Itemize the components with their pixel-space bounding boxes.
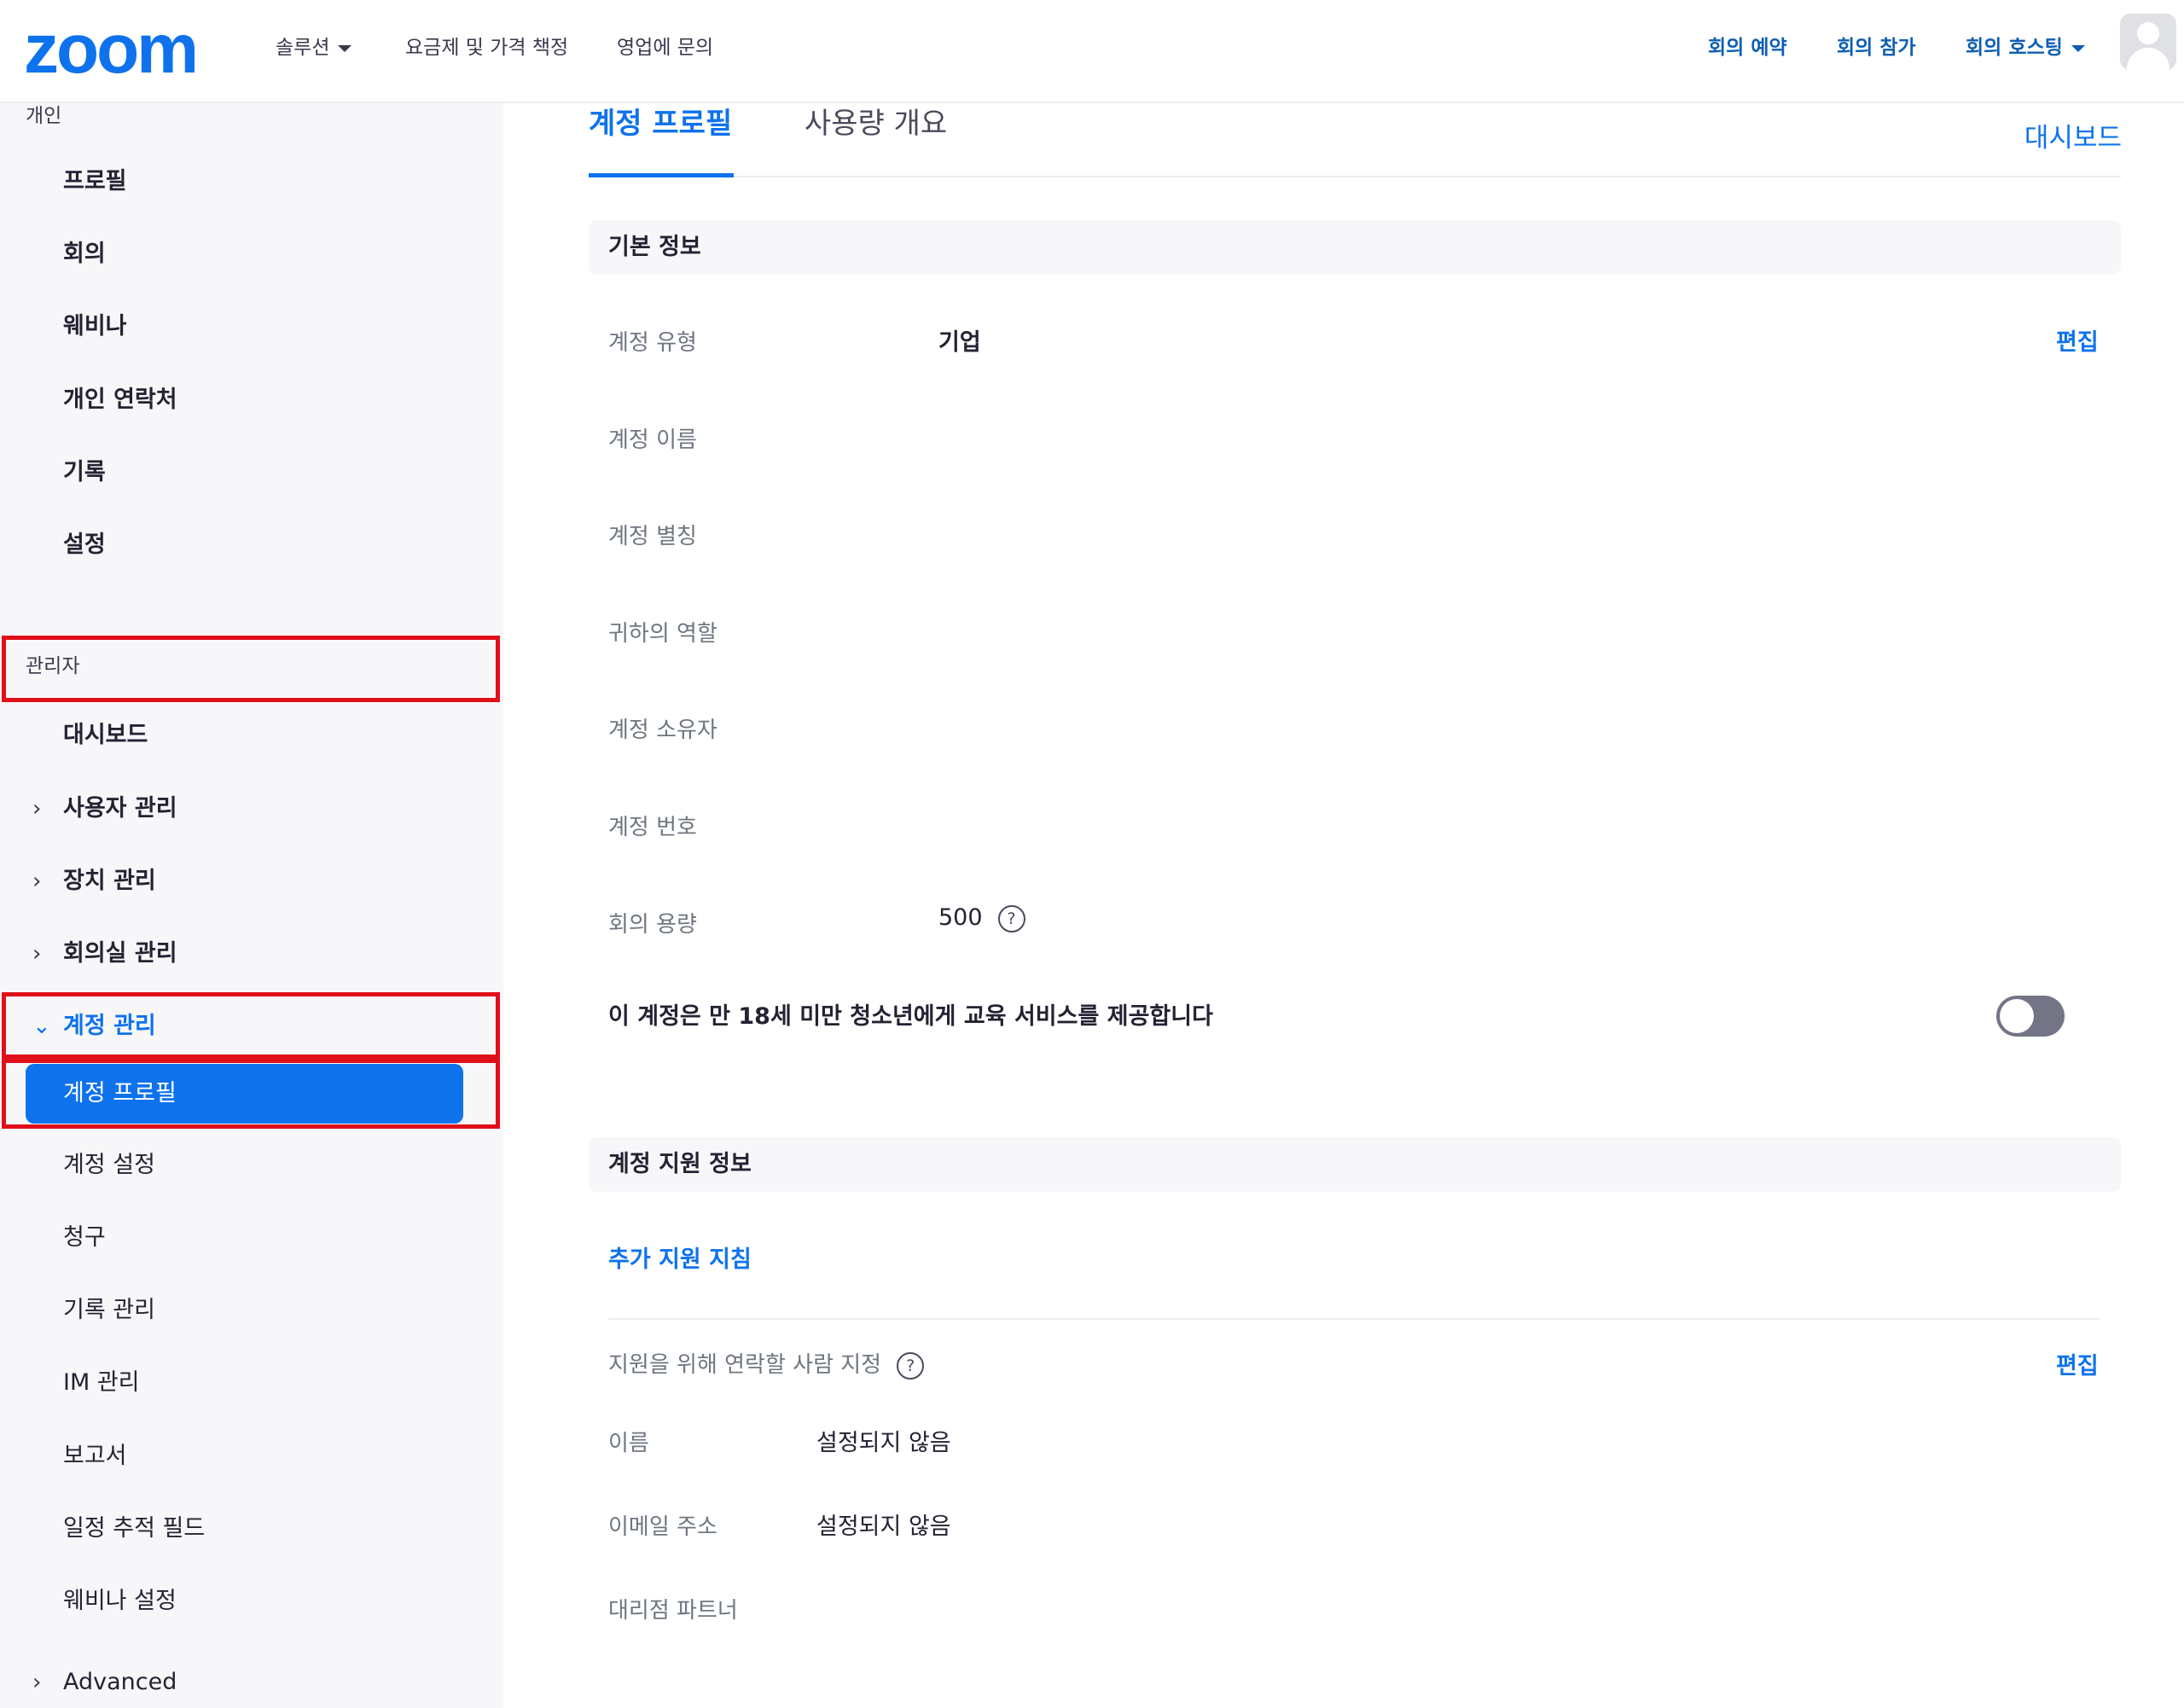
field-value-meeting-capacity: 500? (938, 903, 1025, 933)
edit-account-button[interactable]: 편집 (2056, 328, 2099, 358)
field-label-account-number: 계정 번호 (608, 815, 697, 840)
field-label-reseller-partner: 대리점 파트너 (608, 1598, 738, 1624)
highlight-box-account-profile (2, 1059, 500, 1129)
sidebar-item-label: 설정 (63, 532, 106, 558)
sidebar-item-im-management[interactable]: IM 관리 (0, 1357, 503, 1409)
additional-support-link[interactable]: 추가 지원 지침 (608, 1245, 752, 1275)
sidebar-item-label: 대시보드 (63, 722, 148, 748)
chevron-right-icon: › (32, 796, 42, 822)
sidebar-item-tracking-fields[interactable]: 일정 추적 필드 (0, 1503, 503, 1554)
sidebar-section-personal: 개인 (26, 105, 62, 127)
highlight-box-admin (2, 636, 500, 702)
field-label-meeting-capacity: 회의 용량 (608, 912, 697, 938)
tab-usage-overview[interactable]: 사용량 개요 (804, 104, 947, 143)
sidebar-item-label: 회의 (63, 241, 106, 267)
chevron-right-icon: › (32, 1670, 42, 1695)
join-meeting-link[interactable]: 회의 참가 (1837, 32, 1916, 63)
field-label-account-name: 계정 이름 (608, 427, 697, 453)
sidebar-item-label: 웨비나 (63, 313, 127, 340)
chevron-right-icon: › (32, 941, 42, 967)
caret-down-icon (338, 44, 352, 52)
user-avatar-icon[interactable] (2120, 14, 2176, 70)
nav-solutions[interactable]: 솔루션 (276, 32, 352, 63)
education-service-label: 이 계정은 만 18세 미만 청소년에게 교육 서비스를 제공합니다 (608, 1003, 1213, 1030)
sidebar-item-contacts[interactable]: 개인 연락처 (0, 375, 503, 426)
field-value-account-type: 기업 (938, 329, 981, 356)
meeting-capacity-value: 500 (938, 904, 983, 931)
field-label-account-alias: 계정 별칭 (608, 524, 697, 549)
tab-account-profile[interactable]: 계정 프로필 (589, 104, 732, 143)
sidebar-item-room-management[interactable]: › 회의실 관리 (0, 928, 503, 979)
sidebar-item-dashboard[interactable]: 대시보드 (0, 710, 503, 761)
section-support-info-header: 계정 지원 정보 (589, 1137, 2121, 1192)
top-navigation-bar: zoom 솔루션 요금제 및 가격 책정 영업에 문의 회의 예약 회의 참가 … (0, 0, 2184, 103)
dashboard-link[interactable]: 대시보드 (2024, 116, 2122, 154)
nav-pricing[interactable]: 요금제 및 가격 책정 (405, 32, 568, 63)
sidebar-item-meetings[interactable]: 회의 (0, 229, 503, 280)
sidebar-item-recordings[interactable]: 기록 (0, 447, 503, 498)
sidebar-item-billing[interactable]: 청구 (0, 1212, 503, 1264)
sidebar-item-label: 기록 (63, 459, 106, 485)
sidebar-item-label: 기록 관리 (63, 1297, 155, 1323)
sidebar-item-label: 청구 (63, 1224, 106, 1251)
sidebar-item-label: 사용자 관리 (63, 795, 177, 822)
sidebar-item-label: Advanced (63, 1669, 177, 1695)
help-icon[interactable]: ? (997, 904, 1025, 932)
edit-support-contact-button[interactable]: 편집 (2056, 1351, 2099, 1382)
field-value-contact-email: 설정되지 않음 (816, 1513, 951, 1540)
schedule-meeting-link[interactable]: 회의 예약 (1708, 32, 1787, 63)
sidebar-item-webinar-settings[interactable]: 웨비나 설정 (0, 1576, 503, 1627)
active-tab-indicator (589, 173, 734, 177)
sidebar-item-label: 보고서 (63, 1443, 127, 1469)
sidebar-item-webinars[interactable]: 웨비나 (0, 301, 503, 352)
sidebar-item-profile[interactable]: 프로필 (0, 156, 503, 207)
support-contact-label: 지원을 위해 연락할 사람 지정? (608, 1350, 925, 1380)
sidebar-item-label: 프로필 (63, 168, 127, 195)
field-label-your-role: 귀하의 역할 (608, 621, 717, 647)
field-label-account-owner: 계정 소유자 (608, 717, 717, 743)
sidebar-item-label: 일정 추적 필드 (63, 1515, 206, 1542)
field-label-account-type: 계정 유형 (608, 330, 697, 356)
sidebar-item-label: 웨비나 설정 (63, 1588, 177, 1614)
highlight-box-account-management (2, 992, 500, 1059)
sidebar-item-label: 장치 관리 (63, 868, 156, 894)
sidebar: 개인 프로필 회의 웨비나 개인 연락처 기록 설정 관리자 대시보드 › 사용자… (0, 103, 503, 1708)
field-value-contact-name: 설정되지 않음 (816, 1430, 951, 1456)
nav-solutions-label: 솔루션 (276, 37, 330, 59)
sidebar-item-settings[interactable]: 설정 (0, 520, 503, 571)
sidebar-item-label: IM 관리 (63, 1369, 140, 1396)
help-icon[interactable]: ? (897, 1351, 925, 1380)
caret-down-icon (2071, 44, 2085, 52)
nav-contact-sales[interactable]: 영업에 문의 (617, 32, 713, 63)
zoom-logo[interactable]: zoom (24, 15, 199, 84)
host-meeting-label: 회의 호스팅 (1966, 37, 2063, 59)
field-label-contact-email: 이메일 주소 (608, 1514, 717, 1540)
toggle-knob (2000, 999, 2034, 1033)
education-service-toggle[interactable] (1996, 996, 2065, 1037)
sidebar-item-advanced[interactable]: › Advanced (0, 1657, 503, 1708)
chevron-right-icon: › (32, 869, 42, 894)
sidebar-item-account-settings[interactable]: 계정 설정 (0, 1140, 503, 1191)
sidebar-item-user-management[interactable]: › 사용자 관리 (0, 783, 503, 834)
host-meeting-menu[interactable]: 회의 호스팅 (1966, 32, 2085, 63)
tab-divider (589, 176, 2121, 177)
support-contact-text: 지원을 위해 연락할 사람 지정 (608, 1352, 882, 1378)
sidebar-item-label: 계정 설정 (63, 1152, 155, 1178)
support-divider (608, 1318, 2100, 1320)
section-basic-info-header: 기본 정보 (589, 220, 2121, 275)
sidebar-item-label: 개인 연락처 (63, 386, 177, 413)
sidebar-item-label: 회의실 관리 (63, 940, 177, 967)
sidebar-item-recording-management[interactable]: 기록 관리 (0, 1285, 503, 1336)
field-label-contact-name: 이름 (608, 1431, 649, 1456)
sidebar-item-device-management[interactable]: › 장치 관리 (0, 856, 503, 907)
sidebar-item-reports[interactable]: 보고서 (0, 1431, 503, 1482)
